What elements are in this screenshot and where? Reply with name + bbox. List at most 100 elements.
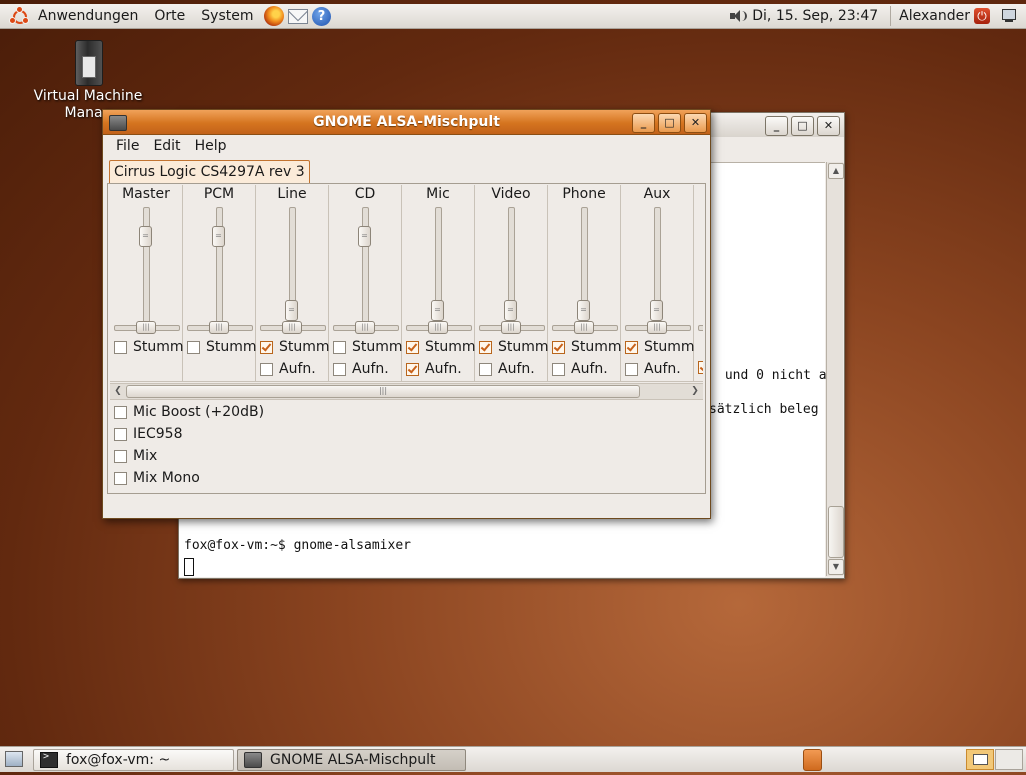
terminal-maximize-button[interactable]: □ xyxy=(791,116,814,136)
mute-checkbox[interactable] xyxy=(333,340,346,354)
mute-checkbox[interactable] xyxy=(479,340,492,354)
volume-slider-thumb[interactable]: = xyxy=(504,300,517,322)
record-checkbox[interactable] xyxy=(625,362,638,376)
balance-slider-thumb[interactable]: ||| xyxy=(501,321,521,334)
volume-slider-thumb[interactable]: = xyxy=(212,226,225,248)
menu-applications[interactable]: Anwendungen xyxy=(30,4,146,28)
record-checkbox[interactable] xyxy=(260,362,273,376)
panel-separator xyxy=(890,6,892,26)
balance-slider-thumb[interactable]: ||| xyxy=(355,321,375,334)
balance-slider-thumb[interactable]: ||| xyxy=(647,321,667,334)
mute-toggle[interactable]: Stumm xyxy=(625,339,695,355)
mute-toggle[interactable]: Stumm xyxy=(187,339,257,355)
bottom-panel: fox@fox-vm: ~ GNOME ALSA-Mischpult xyxy=(0,746,1026,772)
record-toggle[interactable]: Aufn. xyxy=(552,361,608,377)
channel-scroll-thumb[interactable]: ||| xyxy=(126,385,640,398)
record-toggle[interactable]: Aufn. xyxy=(625,361,681,377)
ubuntu-logo-icon[interactable] xyxy=(9,6,29,25)
workspace-2-button[interactable] xyxy=(995,749,1023,770)
scroll-down-arrow-icon[interactable]: ▼ xyxy=(828,559,844,575)
menu-help[interactable]: Help xyxy=(188,138,234,154)
mute-toggle[interactable]: Stumm xyxy=(114,339,184,355)
mute-toggle[interactable]: Stumm xyxy=(552,339,622,355)
clock[interactable]: Di, 15. Sep, 23:47 xyxy=(750,8,886,24)
record-checkbox[interactable] xyxy=(333,362,346,376)
record-toggle[interactable]: Aufn. xyxy=(333,361,389,377)
channel-strip-partial xyxy=(694,185,703,381)
record-toggle[interactable]: Aufn. xyxy=(479,361,535,377)
mute-toggle[interactable]: Stumm xyxy=(333,339,403,355)
record-checkbox[interactable] xyxy=(552,362,565,376)
power-icon[interactable]: ⏻ xyxy=(974,8,990,24)
volume-slider-thumb[interactable]: = xyxy=(358,226,371,248)
terminal-minimize-button[interactable]: _ xyxy=(765,116,788,136)
volume-slider-thumb[interactable]: = xyxy=(650,300,663,322)
switch-checkbox[interactable] xyxy=(114,405,127,419)
show-desktop-button[interactable] xyxy=(5,751,23,767)
balance-slider-thumb[interactable]: ||| xyxy=(136,321,156,334)
mixer-maximize-button[interactable]: □ xyxy=(658,113,681,133)
taskbar-item-mixer[interactable]: GNOME ALSA-Mischpult xyxy=(237,749,466,771)
channel-horizontal-scrollbar[interactable]: ❮ ||| ❯ xyxy=(110,383,703,400)
mute-checkbox[interactable] xyxy=(625,340,638,354)
mute-toggle[interactable]: Stumm xyxy=(406,339,476,355)
switch-option[interactable]: Mix Mono xyxy=(114,470,200,486)
record-checkbox[interactable] xyxy=(406,362,419,376)
record-label: Aufn. xyxy=(498,361,535,377)
volume-slider-track[interactable] xyxy=(143,207,150,325)
volume-slider-thumb[interactable]: = xyxy=(285,300,298,322)
volume-slider-thumb[interactable]: = xyxy=(577,300,590,322)
mute-checkbox[interactable] xyxy=(260,340,273,354)
mute-checkbox[interactable] xyxy=(187,340,200,354)
record-toggle[interactable]: Aufn. xyxy=(406,361,462,377)
switch-option[interactable]: Mic Boost (+20dB) xyxy=(114,404,264,420)
volume-slider-track[interactable] xyxy=(362,207,369,325)
network-icon[interactable] xyxy=(1000,8,1018,24)
scroll-right-arrow-icon[interactable]: ❯ xyxy=(688,384,702,398)
trash-icon[interactable] xyxy=(803,749,822,771)
record-checkbox[interactable] xyxy=(698,361,703,374)
scroll-left-arrow-icon[interactable]: ❮ xyxy=(111,384,125,398)
switch-option[interactable]: Mix xyxy=(114,448,157,464)
firefox-launcher[interactable] xyxy=(263,5,285,27)
balance-slider-thumb[interactable]: ||| xyxy=(209,321,229,334)
volume-slider-track[interactable] xyxy=(216,207,223,325)
mute-checkbox[interactable] xyxy=(114,340,127,354)
balance-slider-track[interactable] xyxy=(698,325,703,331)
terminal-close-button[interactable]: ✕ xyxy=(817,116,840,136)
mute-checkbox[interactable] xyxy=(406,340,419,354)
scroll-up-arrow-icon[interactable]: ▲ xyxy=(828,163,844,179)
mail-launcher[interactable] xyxy=(287,5,309,27)
tab-sound-card[interactable]: Cirrus Logic CS4297A rev 3 xyxy=(109,160,310,183)
mute-toggle[interactable]: Stumm xyxy=(479,339,549,355)
mute-checkbox[interactable] xyxy=(552,340,565,354)
workspace-1-button[interactable] xyxy=(966,749,994,770)
taskbar-item-terminal[interactable]: fox@fox-vm: ~ xyxy=(33,749,234,771)
menu-places[interactable]: Orte xyxy=(146,4,193,28)
balance-slider-thumb[interactable]: ||| xyxy=(574,321,594,334)
user-name[interactable]: Alexander xyxy=(895,8,974,24)
alsa-mixer-window[interactable]: GNOME ALSA-Mischpult _ □ ✕ File Edit Hel… xyxy=(102,109,711,519)
record-toggle[interactable] xyxy=(698,361,703,374)
help-launcher[interactable]: ? xyxy=(311,5,333,27)
menu-system[interactable]: System xyxy=(193,4,261,28)
volume-slider-thumb[interactable]: = xyxy=(431,300,444,322)
mute-toggle[interactable]: Stumm xyxy=(260,339,330,355)
volume-icon[interactable] xyxy=(729,8,748,24)
balance-slider-thumb[interactable]: ||| xyxy=(428,321,448,334)
balance-slider-thumb[interactable]: ||| xyxy=(282,321,302,334)
mixer-close-button[interactable]: ✕ xyxy=(684,113,707,133)
record-checkbox[interactable] xyxy=(479,362,492,376)
switch-checkbox[interactable] xyxy=(114,427,127,441)
menu-edit[interactable]: Edit xyxy=(146,138,187,154)
switch-option[interactable]: IEC958 xyxy=(114,426,182,442)
switch-checkbox[interactable] xyxy=(114,471,127,485)
terminal-scrollbar[interactable]: ▲ ▼ xyxy=(826,162,844,576)
record-toggle[interactable]: Aufn. xyxy=(260,361,316,377)
menu-file[interactable]: File xyxy=(109,138,146,154)
mixer-titlebar[interactable]: GNOME ALSA-Mischpult _ □ ✕ xyxy=(103,110,710,135)
switch-checkbox[interactable] xyxy=(114,449,127,463)
mixer-minimize-button[interactable]: _ xyxy=(632,113,655,133)
terminal-scroll-thumb[interactable] xyxy=(828,506,844,558)
volume-slider-thumb[interactable]: = xyxy=(139,226,152,248)
